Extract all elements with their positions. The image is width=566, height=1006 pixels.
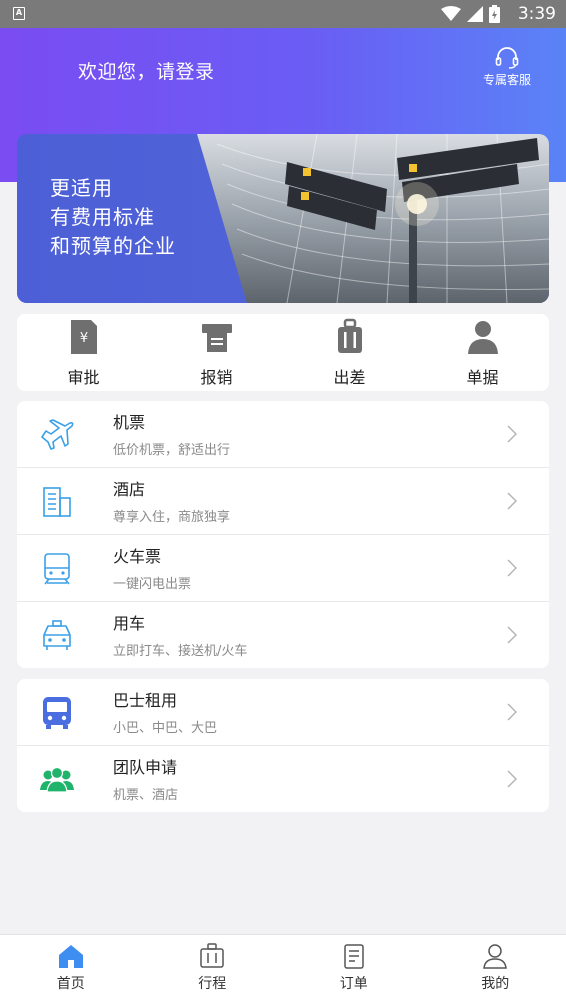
quick-reimburse[interactable]: 报销 (150, 314, 283, 391)
approval-icon: ¥ (70, 320, 97, 354)
status-bar: A 3:39 (0, 0, 566, 28)
slogan-line-3: 和预算的企业 (50, 234, 176, 258)
quick-approval[interactable]: ¥ 审批 (17, 314, 150, 391)
bottom-tab-bar: 首页 行程 订单 我的 (0, 934, 566, 1006)
service-team-request-title: 团队申请 (113, 758, 178, 777)
chevron-right-icon (507, 559, 517, 577)
service-bus-rental-subtitle: 小巴、中巴、大巴 (113, 721, 218, 736)
services-list: 机票 低价机票，舒适出行 酒店 尊享入住，商旅独享 火车票 一键闪电出票 用车 … (17, 401, 549, 668)
hotel-icon (43, 487, 71, 517)
tab-home[interactable]: 首页 (0, 935, 142, 1006)
chevron-right-icon (507, 770, 517, 788)
tab-itinerary[interactable]: 行程 (142, 935, 284, 1006)
profile-icon (483, 944, 508, 969)
slogan-line-1: 更适用 (50, 176, 113, 200)
home-icon (58, 945, 83, 968)
service-bus-rental[interactable]: 巴士租用 小巴、中巴、大巴 (17, 679, 549, 746)
service-team-request-subtitle: 机票、酒店 (113, 788, 179, 803)
tab-profile-label: 我的 (481, 976, 510, 992)
service-bus-rental-title: 巴士租用 (113, 691, 178, 710)
tab-itinerary-label: 行程 (198, 976, 227, 992)
service-hotel-title: 酒店 (113, 480, 146, 499)
clock: 3:39 (517, 4, 556, 24)
service-car-subtitle: 立即打车、接送机/火车 (113, 644, 248, 659)
team-icon (40, 766, 74, 793)
battery-icon (489, 5, 500, 23)
train-icon (44, 553, 70, 585)
chevron-right-icon (507, 703, 517, 721)
login-prompt[interactable]: 欢迎您，请登录 (78, 57, 215, 84)
chevron-right-icon (507, 492, 517, 510)
service-hotel[interactable]: 酒店 尊享入住，商旅独享 (17, 468, 549, 535)
service-flight-title: 机票 (113, 413, 146, 432)
service-car-title: 用车 (113, 614, 146, 633)
quick-reimburse-label: 报销 (200, 368, 233, 387)
suitcase-icon (200, 943, 224, 968)
app-notification-icon: A (13, 7, 25, 20)
service-train-subtitle: 一键闪电出票 (113, 577, 192, 592)
service-team-request[interactable]: 团队申请 机票、酒店 (17, 746, 549, 813)
status-icons (441, 5, 500, 23)
quick-documents-label: 单据 (466, 368, 499, 387)
reimburse-icon (201, 324, 232, 352)
tab-profile[interactable]: 我的 (425, 935, 566, 1006)
car-icon (43, 620, 71, 650)
chevron-right-icon (507, 425, 517, 443)
tab-orders[interactable]: 订单 (283, 935, 425, 1006)
slogan-line-2: 有费用标准 (50, 205, 155, 229)
quick-approval-label: 审批 (67, 368, 100, 387)
tab-home-label: 首页 (56, 976, 85, 992)
banner-slogan: 更适用 有费用标准 和预算的企业 (50, 174, 176, 261)
person-icon (467, 321, 498, 354)
service-flight[interactable]: 机票 低价机票，舒适出行 (17, 401, 549, 468)
chevron-right-icon (507, 626, 517, 644)
quick-actions: ¥ 审批 报销 出差 单据 (17, 314, 549, 391)
service-train-title: 火车票 (113, 547, 162, 566)
service-flight-subtitle: 低价机票，舒适出行 (113, 443, 231, 458)
headset-icon (495, 47, 519, 69)
service-car[interactable]: 用车 立即打车、接送机/火车 (17, 602, 549, 669)
extra-services-list: 巴士租用 小巴、中巴、大巴 团队申请 机票、酒店 (17, 679, 549, 812)
service-train[interactable]: 火车票 一键闪电出票 (17, 535, 549, 602)
tab-orders-label: 订单 (339, 976, 368, 992)
customer-service-label: 专属客服 (482, 73, 531, 87)
quick-business-trip[interactable]: 出差 (283, 314, 416, 391)
quick-documents[interactable]: 单据 (416, 314, 549, 391)
svg-text:¥: ¥ (79, 331, 87, 346)
wifi-icon (441, 6, 461, 21)
order-icon (344, 944, 364, 969)
customer-service-button[interactable]: 专属客服 (478, 46, 536, 88)
plane-icon (41, 419, 74, 450)
bus-icon (43, 697, 71, 729)
signal-icon (467, 6, 483, 22)
luggage-icon (337, 318, 362, 353)
service-hotel-subtitle: 尊享入住，商旅独享 (113, 510, 231, 525)
promo-banner[interactable]: 更适用 有费用标准 和预算的企业 (17, 134, 549, 303)
quick-business-trip-label: 出差 (333, 368, 366, 387)
